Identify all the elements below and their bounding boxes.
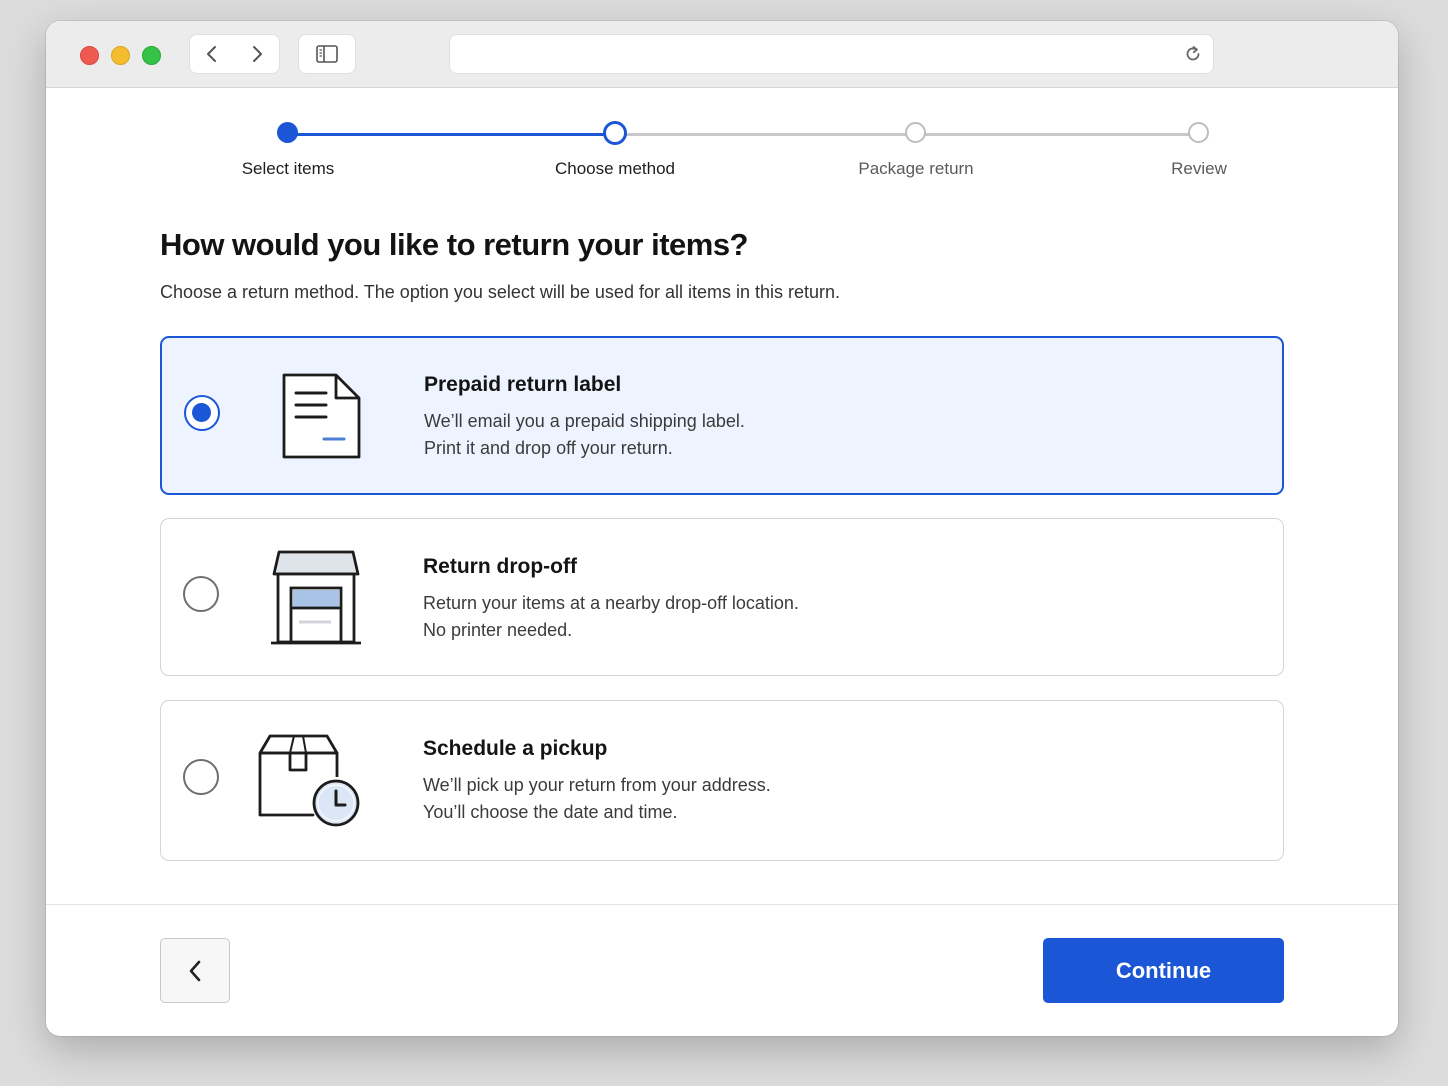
option-radio-return-dropoff[interactable] [183,576,219,612]
back-button[interactable] [160,938,230,1003]
sidebar-toggle-button[interactable] [299,35,355,73]
sidebar-icon [316,45,338,63]
option-description-line2: No printer needed. [423,620,573,640]
chevron-left-icon [189,960,201,981]
step-label-select-items: Select items [241,159,335,178]
browser-back-button[interactable] [190,35,234,73]
browser-toolbar [46,21,1398,88]
step-label-package-return: Package return [858,159,974,178]
minimize-window-button[interactable] [111,46,130,65]
option-card-schedule-pickup[interactable]: Schedule a pickup We’ll pick up your ret… [160,700,1284,861]
step-indicator-package-return [905,122,926,143]
step-label-choose-method: Choose method [554,159,676,178]
store-dropoff-icon [271,550,361,645]
step-connector [614,133,916,136]
option-card-return-dropoff[interactable]: Return drop-off Return your items at a n… [160,518,1284,676]
option-card-prepaid-label[interactable]: Prepaid return label We’ll email you a p… [160,336,1284,495]
option-description-line2: You’ll choose the date and time. [423,802,678,822]
browser-window: Select items Choose method Package retur… [46,21,1398,1036]
back-icon [207,46,216,62]
option-title-prepaid-label: Prepaid return label [424,373,622,396]
step-connector-complete [288,133,614,136]
option-description-line2: Print it and drop off your return. [424,438,673,458]
option-radio-prepaid-label[interactable] [184,395,220,431]
option-title-return-dropoff: Return drop-off [423,555,577,578]
option-title-schedule-pickup: Schedule a pickup [423,737,608,760]
page-title: How would you like to return your items? [160,227,749,262]
step-label-review: Review [1171,159,1227,178]
footer-divider [46,904,1398,905]
option-description-line1: Return your items at a nearby drop-off l… [423,593,799,613]
forward-icon [253,46,262,62]
browser-forward-button[interactable] [235,35,279,73]
reload-icon[interactable] [1183,44,1203,64]
option-description-line1: We’ll email you a prepaid shipping label… [424,411,745,431]
progress-stepper: Select items Choose method Package retur… [46,87,1398,207]
step-indicator-select-items [277,122,298,143]
navigation-buttons [190,35,279,73]
address-bar[interactable] [450,35,1213,73]
page-subtitle: Choose a return method. The option you s… [160,282,841,302]
close-window-button[interactable] [80,46,99,65]
box-clock-icon [258,734,360,827]
step-connector [916,133,1199,136]
step-indicator-review [1188,122,1209,143]
document-label-icon [282,373,361,459]
step-indicator-choose-method [603,121,627,145]
option-description-line1: We’ll pick up your return from your addr… [423,775,771,795]
maximize-window-button[interactable] [142,46,161,65]
option-radio-schedule-pickup[interactable] [183,759,219,795]
continue-button[interactable]: Continue [1043,938,1284,1003]
